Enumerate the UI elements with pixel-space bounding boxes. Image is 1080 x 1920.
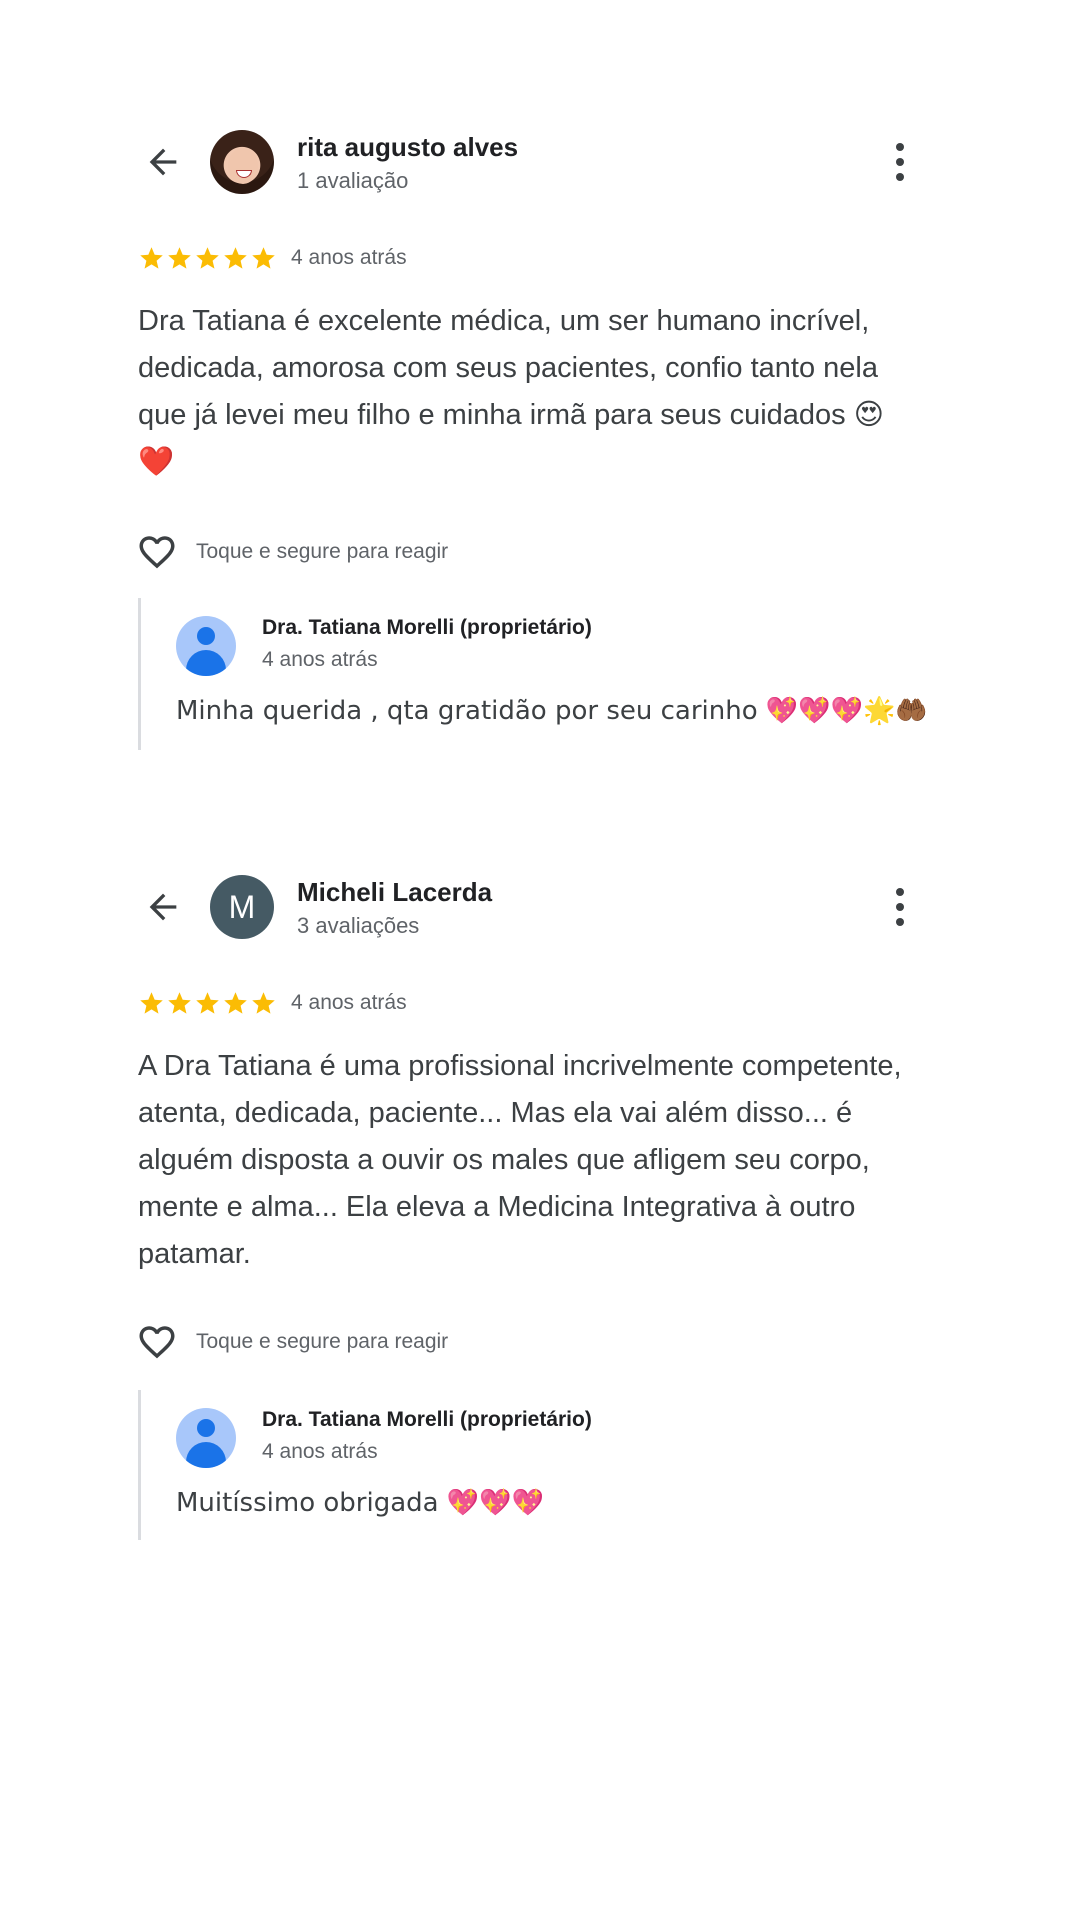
- rating-row: 4 anos atrás: [138, 987, 407, 1019]
- review-date: 4 anos atrás: [291, 991, 407, 1014]
- rating-row: 4 anos atrás: [138, 242, 407, 274]
- react-hint: Toque e segure para reagir: [196, 1330, 449, 1353]
- review-text: Dra Tatiana é excelente médica, um ser h…: [138, 305, 884, 478]
- owner-name: Dra. Tatiana Morelli (proprietário): [262, 616, 592, 639]
- star-icon: [224, 991, 247, 1014]
- review-text: A Dra Tatiana é uma profissional incrive…: [138, 1050, 902, 1270]
- star-rating: [138, 990, 277, 1017]
- star-icon: [224, 246, 247, 269]
- react-hint: Toque e segure para reagir: [196, 540, 449, 563]
- react-row[interactable]: Toque e segure para reagir: [136, 1320, 448, 1364]
- reviewer-review-count: 3 avaliações: [297, 913, 420, 938]
- back-arrow-icon[interactable]: [143, 887, 183, 927]
- review-header: M Micheli Lacerda 3 avaliações: [0, 865, 1080, 945]
- reviewer-name[interactable]: rita augusto alves: [297, 132, 518, 163]
- more-options-icon[interactable]: [885, 885, 915, 929]
- more-options-icon[interactable]: [885, 140, 915, 184]
- owner-avatar: [176, 616, 236, 676]
- star-rating: [138, 245, 277, 272]
- review-date: 4 anos atrás: [291, 246, 407, 269]
- owner-reply: Dra. Tatiana Morelli (proprietário) 4 an…: [138, 598, 941, 750]
- owner-name: Dra. Tatiana Morelli (proprietário): [262, 1408, 592, 1431]
- star-icon: [196, 246, 219, 269]
- reviewer-name[interactable]: Micheli Lacerda: [297, 877, 492, 908]
- reviewer-review-count: 1 avaliação: [297, 168, 409, 193]
- owner-avatar: [176, 1408, 236, 1468]
- owner-reply-text: Muitíssimo obrigada 💖💖💖: [176, 1488, 544, 1518]
- heart-icon[interactable]: [136, 531, 178, 573]
- star-icon: [252, 246, 275, 269]
- review-header: rita augusto alves 1 avaliação: [0, 120, 1080, 200]
- star-icon: [140, 991, 163, 1014]
- owner-reply-text: Minha querida , qta gratidão por seu car…: [176, 696, 928, 726]
- back-arrow-icon[interactable]: [143, 142, 183, 182]
- star-icon: [196, 991, 219, 1014]
- reviewer-avatar[interactable]: [210, 130, 274, 194]
- star-icon: [168, 991, 191, 1014]
- star-icon: [252, 991, 275, 1014]
- star-icon: [168, 246, 191, 269]
- owner-reply-date: 4 anos atrás: [262, 648, 378, 671]
- heart-icon[interactable]: [136, 1321, 178, 1363]
- owner-reply-date: 4 anos atrás: [262, 1440, 378, 1463]
- owner-reply: Dra. Tatiana Morelli (proprietário) 4 an…: [138, 1390, 941, 1540]
- star-icon: [140, 246, 163, 269]
- react-row[interactable]: Toque e segure para reagir: [136, 530, 448, 574]
- reviewer-avatar[interactable]: M: [210, 875, 274, 939]
